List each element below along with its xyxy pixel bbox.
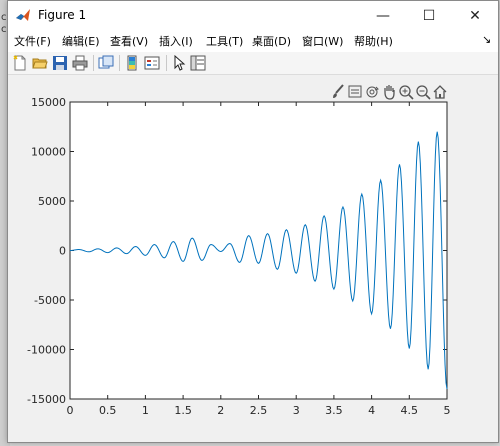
insert-colorbar-icon[interactable] bbox=[124, 55, 140, 71]
menu-insert[interactable]: 插入(I) bbox=[159, 33, 193, 49]
x-tick-label: 3.5 bbox=[325, 404, 343, 417]
axes-box bbox=[69, 101, 448, 400]
y-tick-label: 10000 bbox=[31, 146, 66, 159]
x-tick-label: 2 bbox=[217, 404, 224, 417]
menu-help[interactable]: 帮助(H) bbox=[354, 33, 393, 49]
menu-overflow-arrow-icon[interactable]: ↘ bbox=[482, 33, 491, 46]
x-tick-label: 0.5 bbox=[99, 404, 117, 417]
new-figure-icon[interactable] bbox=[12, 55, 28, 71]
maximize-button[interactable]: ☐ bbox=[406, 1, 452, 30]
toolbar-separator bbox=[119, 55, 120, 71]
menu-file[interactable]: 文件(F) bbox=[14, 33, 51, 49]
x-tick-label: 1.5 bbox=[174, 404, 192, 417]
background-text: c bbox=[1, 12, 7, 23]
x-tick-label: 5 bbox=[444, 404, 451, 417]
figure-window: Figure 1 — ☐ ✕ 文件(F) 编辑(E) 查看(V) 插入(I) 工… bbox=[7, 0, 499, 443]
menu-bar: 文件(F) 编辑(E) 查看(V) 插入(I) 工具(T) 桌面(D) 窗口(W… bbox=[8, 30, 498, 52]
data-tips-icon[interactable] bbox=[347, 83, 363, 101]
print-icon[interactable] bbox=[72, 55, 88, 71]
link-plot-icon[interactable] bbox=[98, 55, 114, 71]
pan-hand-icon[interactable] bbox=[381, 83, 397, 101]
y-tick-label: 0 bbox=[59, 245, 66, 258]
x-tick-label: 0 bbox=[67, 404, 74, 417]
y-tick-label: -15000 bbox=[27, 393, 66, 406]
y-tick-label: -10000 bbox=[27, 344, 66, 357]
save-icon[interactable] bbox=[52, 55, 68, 71]
zoom-in-icon[interactable] bbox=[398, 83, 414, 101]
title-bar[interactable]: Figure 1 — ☐ ✕ bbox=[8, 1, 498, 30]
brush-icon[interactable] bbox=[330, 83, 346, 101]
insert-legend-icon[interactable] bbox=[144, 55, 160, 71]
toolbar-separator bbox=[166, 55, 167, 71]
y-tick-label: 15000 bbox=[31, 96, 66, 109]
toolbar-separator bbox=[93, 55, 94, 71]
y-tick-label: -5000 bbox=[34, 294, 66, 307]
close-button[interactable]: ✕ bbox=[452, 1, 498, 30]
minimize-icon: — bbox=[376, 7, 390, 24]
open-file-icon[interactable] bbox=[32, 55, 48, 71]
property-inspector-icon[interactable] bbox=[190, 55, 206, 71]
home-icon[interactable] bbox=[432, 83, 448, 101]
menu-tools[interactable]: 工具(T) bbox=[206, 33, 243, 49]
x-tick-label: 3 bbox=[293, 404, 300, 417]
rotate-3d-icon[interactable] bbox=[364, 83, 380, 101]
line-plot[interactable]: 0 0.5 1 1.5 2 2.5 3 3.5 4 4.5 5 15000 10000 5000 0 -500… bbox=[8, 75, 498, 441]
x-tick-label: 4.5 bbox=[401, 404, 419, 417]
menu-window[interactable]: 窗口(W) bbox=[302, 33, 343, 49]
figure-toolbar bbox=[8, 52, 498, 75]
menu-edit[interactable]: 编辑(E) bbox=[62, 33, 100, 49]
x-tick-label: 4 bbox=[368, 404, 375, 417]
select-arrow-icon[interactable] bbox=[171, 55, 187, 71]
close-icon: ✕ bbox=[469, 7, 481, 24]
zoom-out-icon[interactable] bbox=[415, 83, 431, 101]
matlab-logo-icon bbox=[15, 7, 31, 23]
window-title: Figure 1 bbox=[38, 8, 87, 22]
x-tick-label: 2.5 bbox=[250, 404, 268, 417]
y-tick-label: 5000 bbox=[38, 195, 66, 208]
menu-desktop[interactable]: 桌面(D) bbox=[252, 33, 291, 49]
maximize-icon: ☐ bbox=[422, 7, 436, 24]
background-text: c bbox=[1, 24, 7, 35]
menu-view[interactable]: 查看(V) bbox=[110, 33, 148, 49]
figure-canvas: 0 0.5 1 1.5 2 2.5 3 3.5 4 4.5 5 15000 10000 5000 0 -500… bbox=[8, 75, 498, 441]
x-tick-label: 1 bbox=[142, 404, 149, 417]
minimize-button[interactable]: — bbox=[360, 1, 406, 30]
